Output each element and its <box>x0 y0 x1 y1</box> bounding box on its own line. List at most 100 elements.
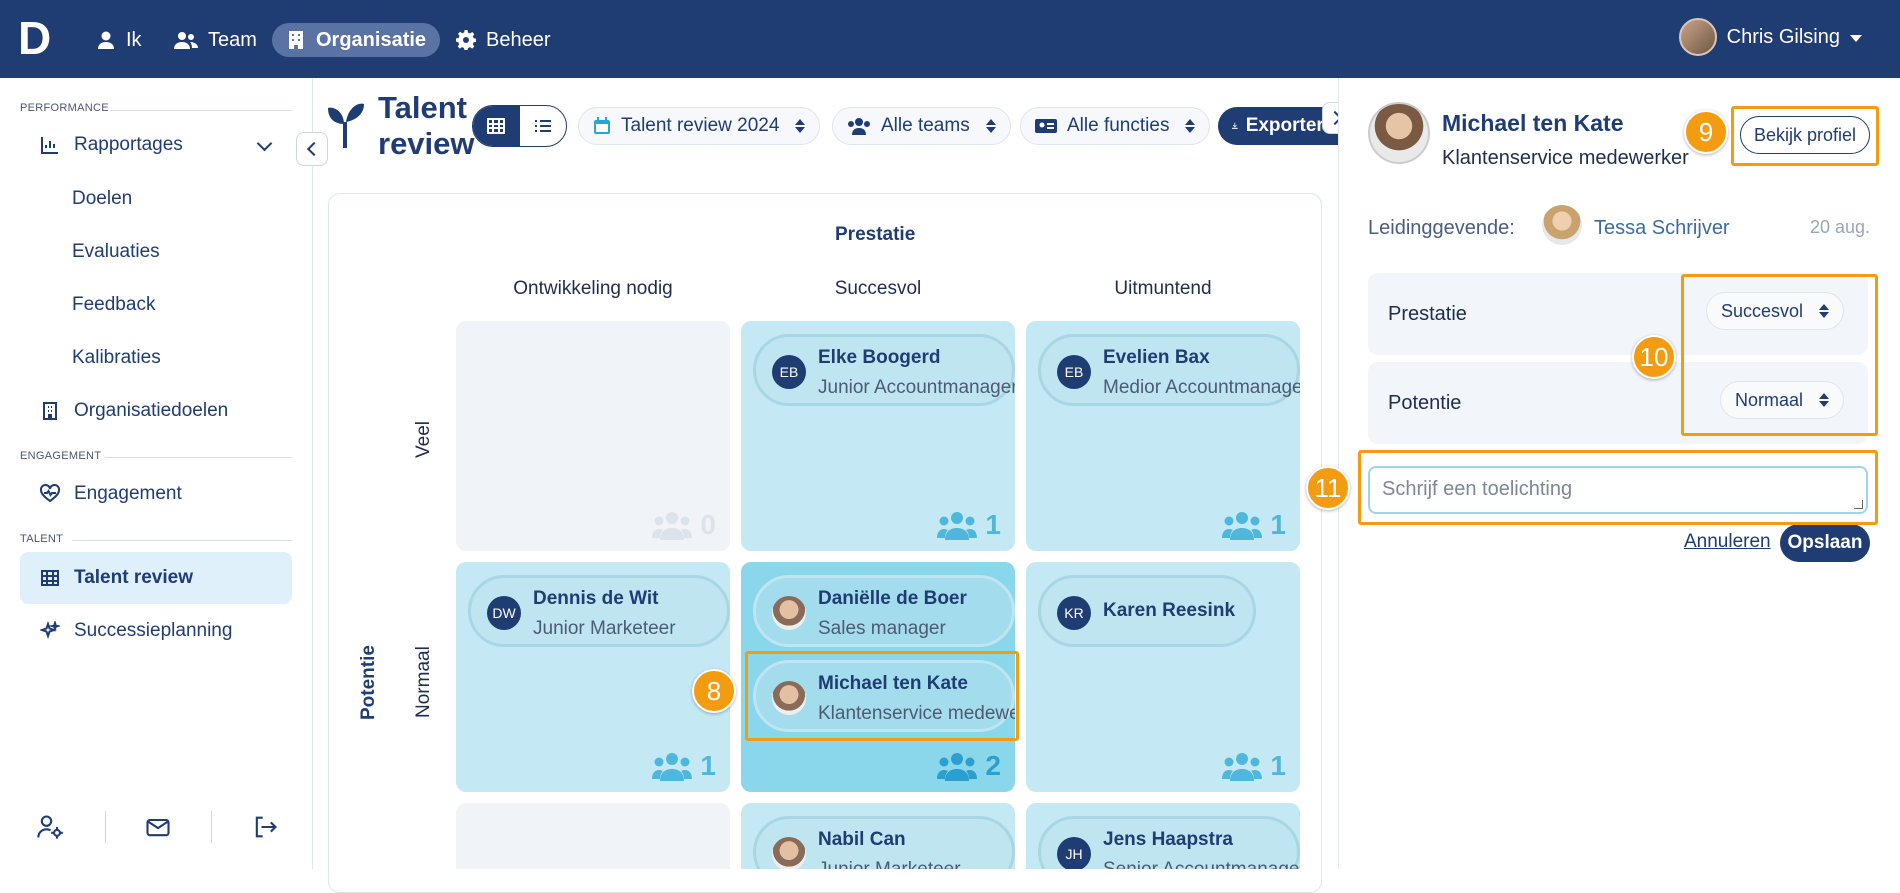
person-name: Elke Boogerd <box>818 347 941 368</box>
person-role: Junior Marketeer <box>818 859 961 869</box>
collapse-sidebar-button[interactable] <box>296 132 328 166</box>
section-label-talent: TALENT <box>20 533 64 545</box>
initials-avatar: EB <box>772 355 806 389</box>
nav-organisatie[interactable]: Organisatie <box>272 23 441 57</box>
cell-count-value: 1 <box>700 750 716 781</box>
users-icon <box>1222 753 1263 781</box>
grid-view-button[interactable] <box>473 106 520 146</box>
calendar-icon <box>594 117 610 134</box>
step-badge: 9 <box>1684 110 1728 154</box>
x-axis-label: Prestatie <box>835 224 916 245</box>
cell-count-value: 1 <box>1270 509 1286 540</box>
highlight-box <box>1358 450 1878 525</box>
cell-count-value: 0 <box>700 509 716 540</box>
grid-cell[interactable]: EB Elke Boogerd Junior Accountmanager 1 <box>741 321 1015 551</box>
person-role: Junior Accountmanager <box>818 377 1015 398</box>
grid-cell[interactable]: Nabil Can Junior Marketeer <box>741 803 1015 869</box>
functions-filter[interactable]: Alle functies <box>1020 107 1211 145</box>
sidebar-item-rapportages[interactable]: Rapportages <box>20 120 292 170</box>
gear-icon <box>456 30 476 50</box>
sidebar-item-doelen[interactable]: Doelen <box>20 174 292 224</box>
person-name: Daniëlle de Boer <box>818 588 967 609</box>
sidebar-item-organisatiedoelen[interactable]: Organisatiedoelen <box>20 386 292 436</box>
grid-cell[interactable]: EB Evelien Bax Medior Accountmanager 1 <box>1026 321 1300 551</box>
person-chip[interactable]: KR Karen Reesink <box>1038 575 1256 647</box>
save-button[interactable]: Opslaan <box>1780 524 1870 562</box>
cell-count: 1 <box>1222 509 1286 541</box>
users-icon <box>848 118 870 135</box>
nav-team[interactable]: Team <box>160 23 271 57</box>
nav-beheer[interactable]: Beheer <box>442 23 565 57</box>
manager-name[interactable]: Tessa Schrijver <box>1594 217 1730 240</box>
step-badge: 10 <box>1632 335 1676 379</box>
caret-down-icon <box>1850 34 1862 42</box>
divider <box>72 540 292 541</box>
column-header: Ontwikkeling nodig <box>513 278 673 299</box>
person-chip[interactable]: DW Dennis de Wit Junior Marketeer <box>468 575 730 647</box>
grid-cell[interactable] <box>456 803 730 869</box>
sidebar-item-talent-review[interactable]: Talent review <box>20 552 292 604</box>
mail-icon[interactable] <box>144 813 172 841</box>
nav-ik-label: Ik <box>126 28 142 51</box>
grid-cell[interactable]: DW Dennis de Wit Junior Marketeer 1 <box>456 562 730 792</box>
list-view-button[interactable] <box>520 106 567 146</box>
sidebar-item-evaluaties[interactable]: Evaluaties <box>20 227 292 277</box>
person-chip[interactable]: Nabil Can Junior Marketeer <box>753 816 1015 869</box>
person-chip[interactable]: EB Elke Boogerd Junior Accountmanager <box>753 334 1015 406</box>
user-menu[interactable]: Chris Gilsing <box>1678 18 1862 56</box>
user-settings-icon[interactable] <box>36 813 64 841</box>
prestatie-label: Prestatie <box>1388 303 1467 325</box>
teams-filter[interactable]: Alle teams <box>832 107 1011 145</box>
sidebar-item-kalibraties[interactable]: Kalibraties <box>20 333 292 383</box>
grid-cell[interactable]: 0 <box>456 321 730 551</box>
sidebar-item-label: Organisatiedoelen <box>74 400 229 421</box>
person-chip[interactable]: JH Jens Haapstra Senior Accountmanager <box>1038 816 1300 869</box>
teams-filter-value: Alle teams <box>881 115 970 136</box>
grid-cell[interactable]: JH Jens Haapstra Senior Accountmanager <box>1026 803 1300 869</box>
sidebar-item-successieplanning[interactable]: Successieplanning <box>20 606 292 656</box>
person-role: Sales manager <box>818 618 946 639</box>
divider <box>105 811 106 843</box>
view-toggle[interactable] <box>472 105 567 147</box>
person-photo <box>1368 102 1430 164</box>
sidebar-item-label: Engagement <box>74 483 182 504</box>
review-filter[interactable]: Talent review 2024 <box>578 107 821 145</box>
sort-icon <box>795 119 806 133</box>
user-avatar <box>1678 18 1717 56</box>
potentie-label: Potentie <box>1388 392 1462 414</box>
nav-beheer-label: Beheer <box>486 28 551 51</box>
person-photo <box>772 837 806 869</box>
person-chip[interactable]: EB Evelien Bax Medior Accountmanager <box>1038 334 1300 406</box>
person-role: Junior Marketeer <box>533 618 676 639</box>
logout-icon[interactable] <box>251 813 279 841</box>
seedling-icon <box>328 103 364 148</box>
section-label-engagement: ENGAGEMENT <box>20 450 102 462</box>
initials-avatar: JH <box>1057 837 1091 869</box>
cancel-link[interactable]: Annuleren <box>1684 531 1771 553</box>
row-header: Normaal <box>413 646 434 718</box>
sparkles-icon <box>40 621 60 640</box>
detail-role: Klantenservice medewerker <box>1442 147 1689 169</box>
nav-ik[interactable]: Ik <box>82 23 156 57</box>
app-logo[interactable]: D <box>18 15 58 61</box>
grid-icon <box>487 118 506 134</box>
row-header: Veel <box>413 421 434 458</box>
cell-count: 1 <box>937 509 1001 541</box>
sidebar-item-feedback[interactable]: Feedback <box>20 280 292 330</box>
top-navigation-bar: D Ik Team Organisatie Beheer Chris Gilsi… <box>0 0 1900 78</box>
nav-team-label: Team <box>208 28 257 51</box>
review-date: 20 aug. <box>1809 217 1870 237</box>
chevron-down-icon[interactable] <box>256 135 273 152</box>
y-axis-label: Potentie <box>358 645 379 720</box>
users-icon <box>652 512 693 540</box>
sidebar-item-label: Successieplanning <box>74 620 233 641</box>
sidebar-item-label: Kalibraties <box>72 347 161 368</box>
user-icon <box>98 31 114 49</box>
download-icon <box>1232 122 1238 129</box>
grid-cell[interactable]: KR Karen Reesink 1 <box>1026 562 1300 792</box>
detail-name[interactable]: Michael ten Kate <box>1442 110 1624 137</box>
highlight-box <box>1681 274 1878 436</box>
person-chip[interactable]: Daniëlle de Boer Sales manager <box>753 575 1015 647</box>
chart-bars-icon <box>41 137 58 154</box>
sidebar-item-engagement[interactable]: Engagement <box>20 469 292 519</box>
